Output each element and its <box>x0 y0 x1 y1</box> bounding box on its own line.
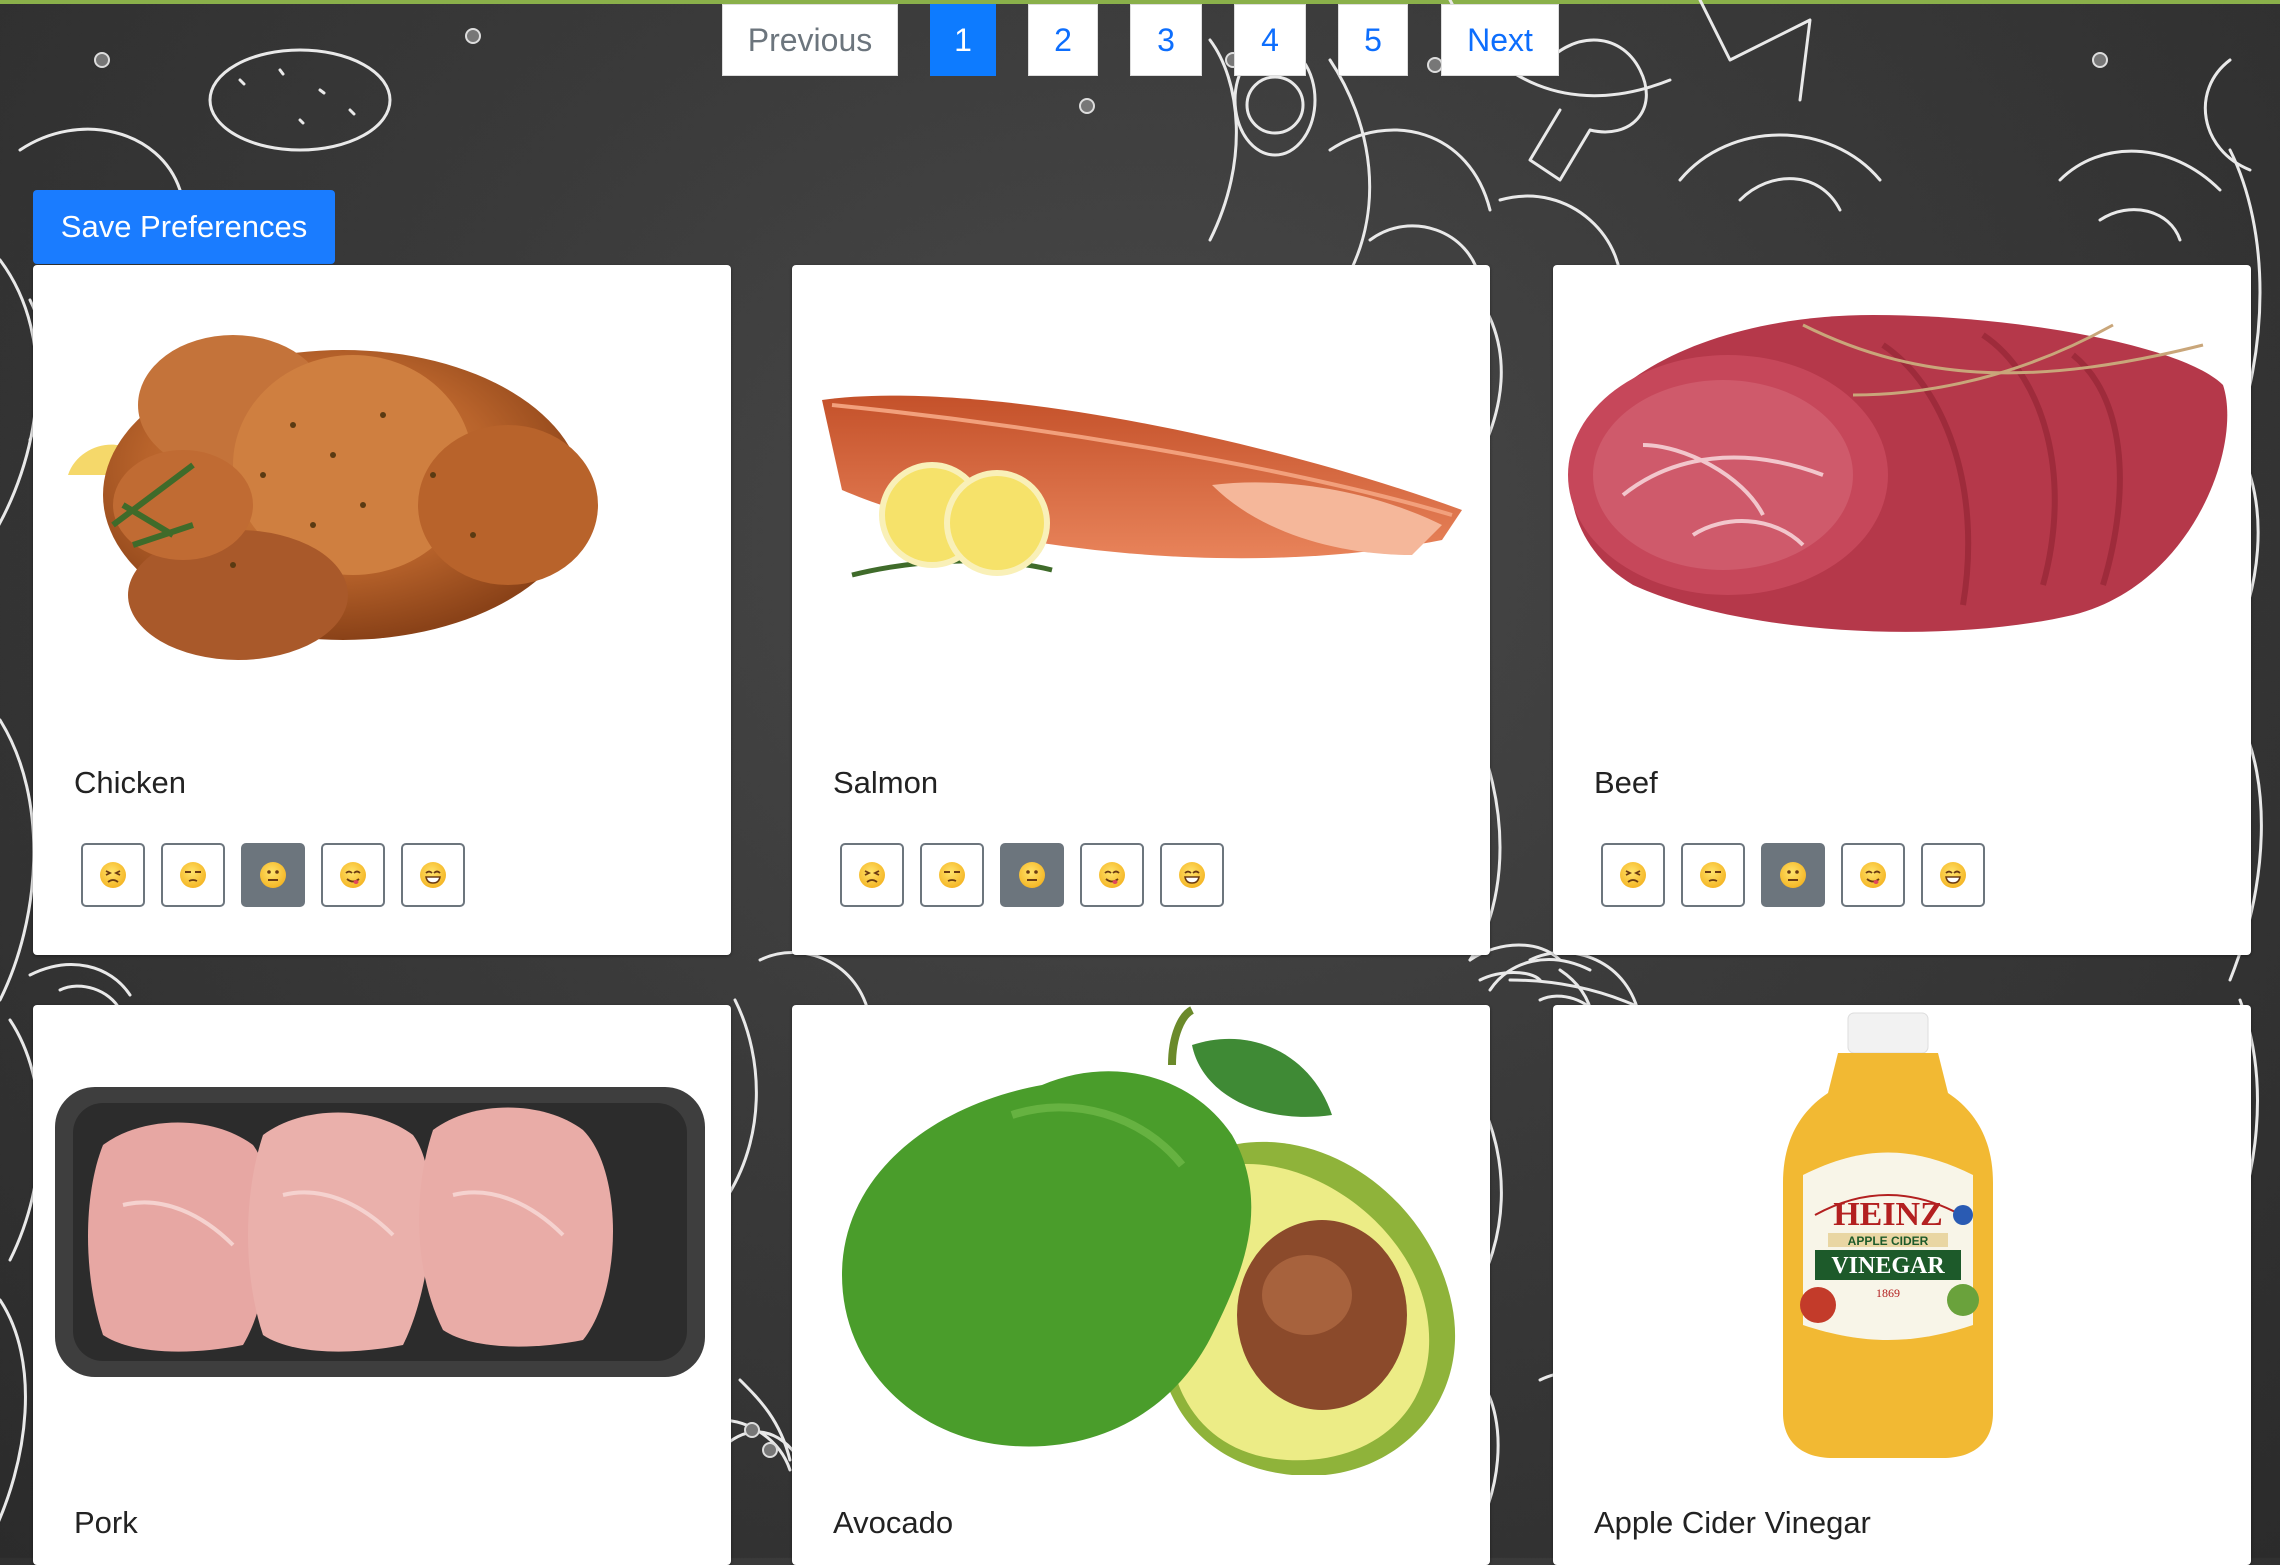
food-card: Pork <box>33 1005 731 1565</box>
salmon-fillet-image <box>822 395 1462 578</box>
svg-text:1869: 1869 <box>1876 1286 1900 1300</box>
svg-text:VINEGAR: VINEGAR <box>1831 1253 1945 1279</box>
page-2-button[interactable]: 2 <box>1028 4 1098 76</box>
rating-5-button[interactable] <box>1921 843 1985 907</box>
savoring-food-face-icon <box>1099 862 1125 888</box>
grinning-face-icon <box>1179 862 1205 888</box>
food-name: Salmon <box>833 765 939 800</box>
roast-chicken-image <box>68 335 598 660</box>
rating-3-button[interactable] <box>1761 843 1825 907</box>
rating-1-button[interactable] <box>840 843 904 907</box>
pagination: Previous 1 2 3 4 5 Next <box>0 4 2280 76</box>
food-card: Chicken <box>33 265 731 955</box>
food-name: Chicken <box>74 765 186 800</box>
food-name: Avocado <box>833 1505 954 1540</box>
rating-3-button[interactable] <box>241 843 305 907</box>
rating-4-button[interactable] <box>321 843 385 907</box>
persevering-face-icon <box>100 862 126 888</box>
previous-page-button[interactable]: Previous <box>722 4 898 76</box>
food-card: Avocado <box>792 1005 1490 1565</box>
savoring-food-face-icon <box>340 862 366 888</box>
svg-text:APPLE CIDER: APPLE CIDER <box>1848 1234 1929 1248</box>
persevering-face-icon <box>1620 862 1646 888</box>
food-name: Beef <box>1594 765 1658 800</box>
rating-2-button[interactable] <box>161 843 225 907</box>
pork-chops-tray-image <box>55 1087 705 1377</box>
rating-5-button[interactable] <box>1160 843 1224 907</box>
next-page-button[interactable]: Next <box>1441 4 1559 76</box>
rating-2-button[interactable] <box>920 843 984 907</box>
neutral-face-icon <box>260 862 286 888</box>
rating-1-button[interactable] <box>81 843 145 907</box>
rating-4-button[interactable] <box>1080 843 1144 907</box>
page-5-button[interactable]: 5 <box>1338 4 1408 76</box>
unamused-face-icon <box>1700 862 1726 888</box>
unamused-face-icon <box>180 862 206 888</box>
page-1-button[interactable]: 1 <box>930 4 996 76</box>
page-3-button[interactable]: 3 <box>1130 4 1202 76</box>
savoring-food-face-icon <box>1860 862 1886 888</box>
rating-1-button[interactable] <box>1601 843 1665 907</box>
persevering-face-icon <box>859 862 885 888</box>
rating-4-button[interactable] <box>1841 843 1905 907</box>
rating-2-button[interactable] <box>1681 843 1745 907</box>
beef-roast-image <box>1568 315 2228 632</box>
food-name: Apple Cider Vinegar <box>1594 1505 1871 1540</box>
food-name: Pork <box>74 1505 138 1540</box>
avocado-image <box>842 1006 1456 1475</box>
grinning-face-icon <box>420 862 446 888</box>
save-preferences-button[interactable]: Save Preferences <box>33 190 335 264</box>
unamused-face-icon <box>939 862 965 888</box>
rating-5-button[interactable] <box>401 843 465 907</box>
neutral-face-icon <box>1780 862 1806 888</box>
rating-3-button[interactable] <box>1000 843 1064 907</box>
food-card: Salmon <box>792 265 1490 955</box>
food-card: HEINZ APPLE CIDER VINEGAR 1869 Apple Cid… <box>1553 1005 2251 1565</box>
vinegar-bottle-image: HEINZ APPLE CIDER VINEGAR 1869 <box>1783 1012 1993 1458</box>
food-card: Beef <box>1553 265 2251 955</box>
page-4-button[interactable]: 4 <box>1234 4 1306 76</box>
neutral-face-icon <box>1019 862 1045 888</box>
svg-text:HEINZ: HEINZ <box>1833 1196 1943 1233</box>
grinning-face-icon <box>1940 862 1966 888</box>
